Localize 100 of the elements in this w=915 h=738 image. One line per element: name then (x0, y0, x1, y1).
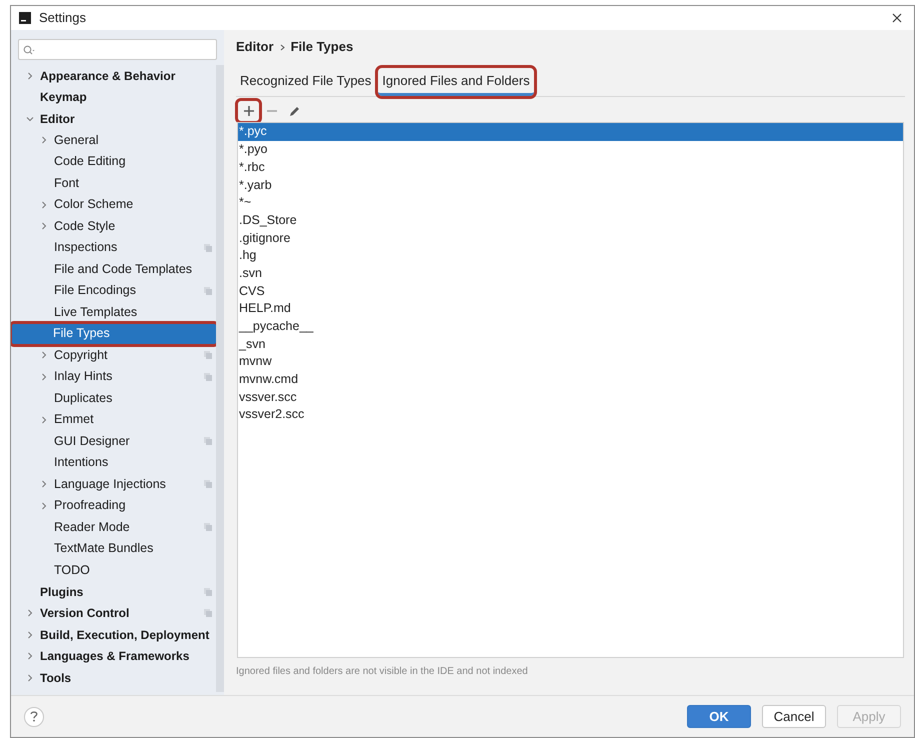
item-label: TextMate Bundles (54, 540, 154, 558)
tree-item[interactable]: File Types (11, 323, 217, 344)
chevron-right-icon[interactable] (40, 372, 48, 381)
chevron-right-icon[interactable] (26, 674, 34, 682)
normal-dialog-button[interactable]: Cancel (762, 705, 826, 728)
list-item[interactable]: .gitignore (238, 229, 903, 247)
list-item[interactable]: mvnw.cmd (238, 370, 903, 388)
add-button[interactable] (238, 101, 259, 121)
list-item[interactable]: _svn (238, 335, 903, 353)
item-label: Appearance & Behavior (40, 68, 176, 85)
list-item[interactable]: *.pyo (238, 140, 903, 158)
tree-item[interactable]: Keymap (12, 86, 216, 108)
item-label: File Encodings (54, 282, 136, 300)
list-item[interactable]: vssver2.scc (238, 406, 903, 424)
breadcrumb-item[interactable]: File Types (290, 37, 354, 57)
pencil-icon (288, 104, 301, 118)
item-label: Inlay Hints (54, 368, 112, 386)
tree-item[interactable]: GUI Designer (12, 430, 216, 452)
help-button[interactable] (24, 706, 44, 726)
item-label: Copyright (54, 346, 108, 364)
item-label: Plugins (40, 584, 84, 601)
item-label: File and Code Templates (54, 260, 192, 278)
item-label: Build, Execution, Deployment (40, 626, 210, 644)
app-logo-icon (19, 12, 31, 24)
list-item[interactable]: vssver.scc (238, 388, 903, 406)
chevron-right-icon[interactable] (40, 222, 48, 230)
tree-item[interactable]: File Encodings (12, 280, 216, 302)
tree-item[interactable]: Copyright (12, 344, 216, 366)
list-item[interactable]: HELP.md (238, 300, 903, 318)
tree-item[interactable]: Code Editing (12, 151, 216, 172)
tab[interactable]: Ignored Files and Folders (378, 68, 534, 96)
item-label: Keymap (40, 89, 87, 106)
tree-item[interactable]: Tools (12, 667, 216, 688)
tree-item[interactable]: Duplicates (12, 388, 216, 409)
tree-item[interactable]: Language Injections (12, 474, 216, 495)
chevron-right-icon[interactable] (40, 416, 48, 424)
tree-item[interactable]: Intentions (12, 452, 216, 474)
list-item[interactable]: CVS (238, 282, 903, 300)
chevron-right-icon[interactable] (26, 609, 34, 618)
tab[interactable]: Recognized File Types (236, 68, 376, 96)
chevron-right-icon[interactable] (26, 652, 34, 660)
tree-item[interactable]: Editor (12, 108, 216, 130)
tree-item[interactable]: Font (12, 172, 216, 194)
tree-item[interactable]: Color Scheme (12, 194, 216, 216)
list-item[interactable]: *.rbc (238, 158, 903, 176)
chevron-right-icon[interactable] (26, 630, 34, 639)
tree-item[interactable]: File and Code Templates (12, 258, 216, 280)
breadcrumb-separator-icon (280, 44, 285, 50)
tree-item[interactable]: General (12, 130, 216, 151)
tree-item[interactable]: Plugins (12, 581, 216, 602)
chevron-right-icon[interactable] (40, 200, 48, 209)
list-item[interactable]: *.pyc (238, 123, 903, 141)
breadcrumb-item[interactable]: Editor (236, 37, 274, 57)
chevron-right-icon[interactable] (40, 480, 48, 488)
window-title: Settings (39, 9, 86, 28)
tree-item[interactable]: Code Style (12, 216, 216, 237)
list-item[interactable]: .hg (238, 246, 903, 264)
item-label: File Types (53, 325, 110, 342)
tree-item[interactable]: TODO (12, 560, 216, 581)
tree-item[interactable]: Proofreading (12, 495, 216, 516)
item-label: Editor (40, 110, 75, 128)
tree-item[interactable]: Languages & Frameworks (12, 646, 216, 667)
list-item[interactable]: *~ (238, 194, 903, 212)
tree-item[interactable]: Build, Execution, Deployment (12, 624, 216, 646)
tree-item[interactable]: Reader Mode (12, 516, 216, 538)
item-label: Code Style (54, 218, 116, 235)
tree-item[interactable]: Version Control (12, 602, 216, 624)
item-label: Inspections (54, 239, 118, 256)
tree-item[interactable]: Emmet (12, 409, 216, 430)
hint-text: Ignored files and folders are not visible in the IDE and not indexed (236, 665, 529, 679)
list-item[interactable]: *.yarb (238, 176, 903, 194)
chevron-right-icon[interactable] (40, 351, 48, 360)
item-label: Live Templates (54, 304, 138, 321)
list-item[interactable]: mvnw (238, 352, 903, 371)
item-label: Emmet (54, 411, 94, 428)
item-label: Font (54, 174, 80, 192)
primary-dialog-button[interactable]: OK (687, 705, 751, 728)
tree-item[interactable]: Inspections (12, 237, 216, 258)
tree-item[interactable]: Inlay Hints (12, 366, 216, 388)
list-item[interactable]: .DS_Store (238, 211, 903, 230)
item-label: General (54, 132, 98, 149)
list-item[interactable]: .svn (238, 264, 903, 282)
tree-item[interactable]: Appearance & Behavior (12, 65, 216, 86)
close-icon[interactable] (892, 13, 902, 23)
item-label: Proofreading (54, 497, 126, 514)
add-icon (242, 105, 254, 117)
tree-item[interactable]: Live Templates (12, 302, 216, 323)
item-label: Reader Mode (54, 518, 130, 536)
list-item[interactable]: __pycache__ (238, 318, 903, 336)
search-field[interactable] (18, 39, 217, 60)
item-label: Intentions (54, 454, 108, 472)
item-label: Color Scheme (54, 196, 134, 214)
scrollbar[interactable] (216, 65, 224, 692)
chevron-right-icon[interactable] (26, 72, 34, 80)
chevron-down-icon[interactable] (26, 114, 34, 123)
item-label: Tools (40, 670, 72, 687)
chevron-right-icon[interactable] (40, 502, 48, 510)
item-label: Duplicates (54, 390, 112, 407)
chevron-right-icon[interactable] (40, 136, 48, 144)
tree-item[interactable]: TextMate Bundles (12, 538, 216, 560)
